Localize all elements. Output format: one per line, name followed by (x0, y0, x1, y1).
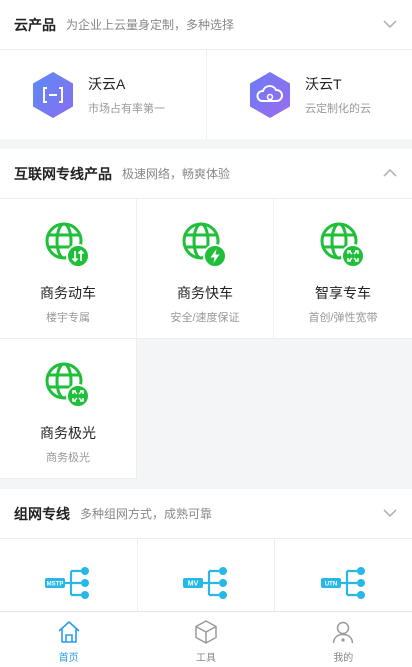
network-tree-icon: MV (183, 567, 227, 599)
product-name: 商务动车 (40, 285, 96, 301)
product-desc: 安全/速度保证 (170, 312, 240, 324)
section-title: 组网专线 (14, 505, 70, 522)
networking-lines-section: 组网专线 多种组网方式，成熟可靠 MSTP MV UTN (0, 489, 412, 614)
globe-expand-icon (45, 362, 90, 408)
product-item[interactable]: 智享专车 首创/弹性宽带 (274, 199, 412, 339)
cloud-product-name: 沃云T (305, 75, 342, 92)
product-item[interactable]: 商务动车 楼宇专属 (0, 199, 137, 339)
section-title: 互联网专线产品 (14, 165, 112, 182)
network-tree-icon: MSTP (45, 567, 90, 599)
cloud-product-desc: 云定制化的云 (305, 102, 371, 115)
cloud-product-desc: 市场占有率第一 (88, 102, 165, 115)
networking-lines-header[interactable]: 组网专线 多种组网方式，成熟可靠 (0, 489, 412, 539)
product-desc: 商务极光 (46, 452, 90, 464)
app-root: 云产品 为企业上云量身定制，多种选择 沃云A 市场占有率第一 沃云T 云定制化的… (0, 0, 412, 667)
internet-lines-section: 互联网专线产品 极速网络，畅爽体验 商务动车 楼宇专属 商务快车 安全/速度保证… (0, 149, 412, 479)
internet-lines-header[interactable]: 互联网专线产品 极速网络，畅爽体验 (0, 149, 412, 199)
cloud-products-list: 沃云A 市场占有率第一 沃云T 云定制化的云 (0, 50, 412, 139)
cloud-icon (250, 71, 290, 118)
home-icon (58, 621, 80, 643)
networking-lines-list: MSTP MV UTN (0, 539, 412, 614)
tab-profile[interactable]: 我的 (275, 612, 412, 667)
section-subtitle: 为企业上云量身定制，多种选择 (66, 18, 235, 32)
product-name: 商务极光 (40, 425, 96, 441)
user-icon (333, 621, 354, 644)
cloud-product-item[interactable]: 沃云T 云定制化的云 (206, 50, 412, 139)
network-item[interactable]: UTN (275, 539, 412, 614)
network-item-label: MV (188, 581, 199, 588)
cloud-product-name: 沃云A (88, 75, 126, 92)
tab-label: 我的 (333, 653, 354, 664)
grid-filler (137, 339, 274, 479)
bracket-code-icon (33, 71, 73, 118)
section-gap (0, 479, 412, 489)
chevron-up-icon[interactable] (382, 167, 398, 179)
tab-label: 工具 (195, 653, 216, 664)
network-item[interactable]: MV (138, 539, 276, 614)
section-subtitle: 多种组网方式，成熟可靠 (80, 507, 213, 521)
cloud-product-text: 沃云T 云定制化的云 (305, 74, 371, 116)
chevron-down-icon[interactable] (382, 18, 398, 30)
network-item[interactable]: MSTP (0, 539, 138, 614)
product-desc: 楼宇专属 (46, 312, 90, 324)
section-subtitle: 极速网络，畅爽体验 (122, 167, 231, 181)
cloud-product-item[interactable]: 沃云A 市场占有率第一 (0, 50, 206, 139)
network-tree-icon: UTN (320, 567, 365, 599)
section-gap (0, 139, 412, 149)
globe-expand-icon (320, 222, 365, 268)
cloud-products-section: 云产品 为企业上云量身定制，多种选择 沃云A 市场占有率第一 沃云T 云定制化的… (0, 0, 412, 139)
internet-lines-grid: 商务动车 楼宇专属 商务快车 安全/速度保证 智享专车 首创/弹性宽带 商务极光… (0, 199, 412, 479)
product-name: 商务快车 (177, 285, 233, 301)
grid-filler (274, 339, 412, 479)
network-item-label: UTN (325, 582, 337, 588)
section-title: 云产品 (14, 16, 56, 33)
product-name: 智享专车 (315, 285, 371, 301)
tab-tools[interactable]: 工具 (137, 612, 274, 667)
globe-arrows-icon (45, 222, 90, 268)
cloud-product-text: 沃云A 市场占有率第一 (88, 74, 165, 116)
product-item[interactable]: 商务快车 安全/速度保证 (137, 199, 274, 339)
globe-lightning-icon (182, 222, 227, 268)
product-item[interactable]: 商务极光 商务极光 (0, 339, 137, 479)
tab-home[interactable]: 首页 (0, 612, 137, 667)
tab-label: 首页 (58, 653, 79, 664)
bottom-tab-bar: 首页 工具 我的 (0, 611, 412, 667)
product-desc: 首创/弹性宽带 (308, 312, 378, 324)
cube-icon (195, 620, 217, 644)
network-item-label: MSTP (47, 582, 64, 588)
chevron-down-icon[interactable] (382, 507, 398, 519)
cloud-products-header[interactable]: 云产品 为企业上云量身定制，多种选择 (0, 0, 412, 50)
